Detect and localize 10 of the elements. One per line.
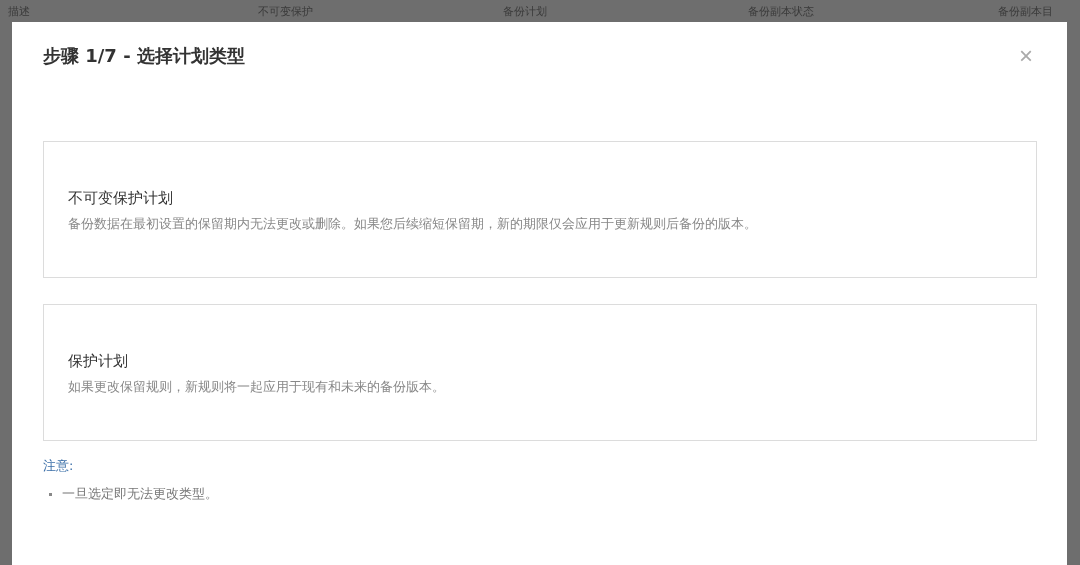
dialog-title: 步骤 1/7 - 选择计划类型	[43, 44, 245, 68]
option-description: 备份数据在最初设置的保留期内无法更改或删除。如果您后续缩短保留期，新的期限仅会应用于更新规则后备份的版本。	[68, 214, 758, 233]
option-title: 保护计划	[68, 351, 129, 371]
option-description: 如果更改保留规则，新规则将一起应用于现有和未来的备份版本。	[68, 377, 446, 396]
plan-option-card[interactable]: 不可变保护计划 备份数据在最初设置的保留期内无法更改或删除。如果您后续缩短保留期，新的期限仅会应用于更新规则后备份的版本。	[43, 141, 1037, 278]
note-label: 注意:	[43, 457, 75, 475]
bullet-icon	[49, 492, 52, 496]
option-title: 不可变保护计划	[68, 188, 174, 208]
plan-option-card[interactable]: 保护计划 如果更改保留规则，新规则将一起应用于现有和未来的备份版本。	[43, 304, 1037, 441]
note-text: 一旦选定即无法更改类型。	[62, 485, 218, 503]
